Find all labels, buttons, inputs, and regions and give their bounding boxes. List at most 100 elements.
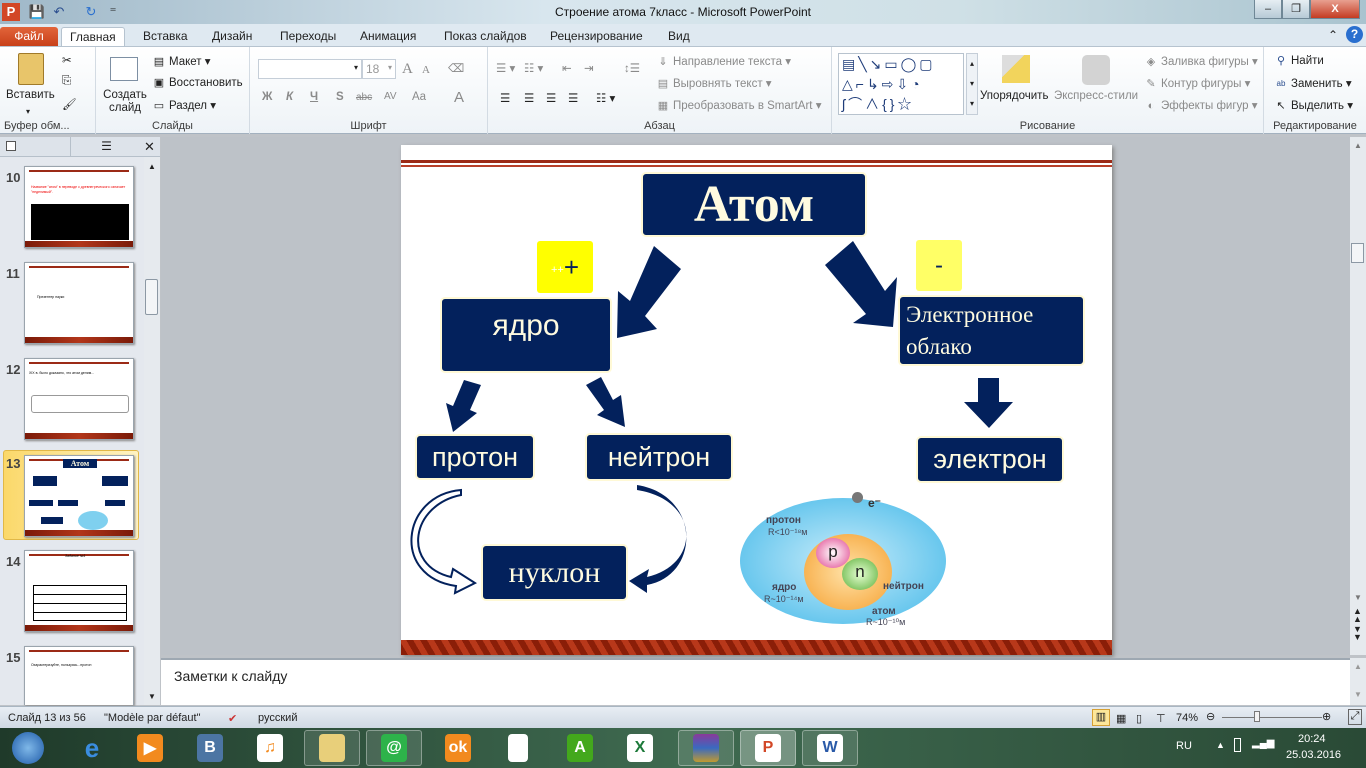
increase-indent-icon[interactable]: ⇥	[584, 61, 594, 75]
tab-slideshow[interactable]: Показ слайдов	[436, 27, 535, 46]
previous-slide-icon[interactable]: ▲ ▲	[1353, 607, 1362, 624]
quick-styles-button[interactable]: Экспресс-стили	[1054, 90, 1138, 102]
cut-icon[interactable]: ✂	[62, 53, 72, 67]
font-color-button[interactable]: A	[454, 89, 464, 106]
shape-fill-button[interactable]: ◈ Заливка фигуры ▾	[1144, 54, 1258, 69]
copy-icon[interactable]: ⎘	[62, 75, 71, 88]
panel-scrollbar[interactable]: ▲ ▼	[144, 157, 160, 705]
input-language[interactable]: RU	[1176, 740, 1192, 752]
tab-home[interactable]: Главная	[61, 27, 125, 46]
new-slide-button[interactable]: Создать слайд	[102, 89, 148, 115]
nucleus-box[interactable]: ядро	[440, 297, 612, 373]
decrease-indent-icon[interactable]: ⇤	[562, 61, 572, 75]
align-left-icon[interactable]: ☰	[500, 91, 510, 105]
taskbar-powerpoint[interactable]: P	[740, 730, 796, 766]
slide-thumbnail-10[interactable]: Название "атом" в переводе с древнегрече…	[24, 166, 134, 248]
justify-icon[interactable]: ☰	[568, 91, 578, 105]
fit-to-window-icon[interactable]: ⤢	[1348, 709, 1362, 725]
zoom-out-icon[interactable]: ⊖	[1206, 710, 1215, 723]
zoom-slider-thumb[interactable]	[1254, 711, 1260, 722]
slide-thumbnail-11[interactable]: Презентер науки	[24, 262, 134, 344]
neutron-box[interactable]: нейтрон	[585, 433, 733, 481]
battery-icon[interactable]	[1234, 738, 1241, 752]
line-spacing-icon[interactable]: ↕☰	[624, 61, 640, 75]
negative-charge-label[interactable]: -	[916, 240, 962, 291]
strikethrough-button[interactable]: abc	[356, 92, 372, 103]
positive-charge-label[interactable]: ++ +	[537, 241, 593, 293]
bullets-icon[interactable]: ☰ ▾	[496, 61, 515, 75]
normal-view-icon[interactable]: ▥	[1092, 709, 1110, 726]
char-spacing-button[interactable]: AV	[384, 91, 397, 102]
numbering-icon[interactable]: ☷ ▾	[524, 61, 543, 75]
shapes-gallery[interactable]: ▤╲↘▭◯▢ △⌐↳⇨⇩◔ ʃ⌒∧{}☆	[838, 53, 964, 115]
italic-button[interactable]: К	[286, 91, 293, 103]
tab-design[interactable]: Дизайн	[204, 27, 260, 46]
paste-dropdown-icon[interactable]: ▾	[26, 107, 30, 116]
taskbar-mail[interactable]: @	[366, 730, 422, 766]
grow-font-button[interactable]: A	[402, 61, 413, 78]
slideshow-icon[interactable]: ⊤	[1156, 712, 1166, 725]
shapes-gallery-scroll[interactable]: ▴ ▾ ▾	[966, 53, 978, 115]
taskbar-word[interactable]: W	[802, 730, 858, 766]
shape-outline-button[interactable]: ✎ Контур фигуры ▾	[1144, 76, 1250, 91]
taskbar-music[interactable]: ♫	[242, 730, 298, 766]
replace-button[interactable]: ab Заменить ▾	[1274, 76, 1352, 91]
reset-button[interactable]: ▣ Восстановить	[152, 76, 243, 90]
nucleon-box[interactable]: нуклон	[481, 544, 628, 601]
align-text-button[interactable]: ▤ Выровнять текст ▾	[656, 76, 772, 91]
clear-formatting-icon[interactable]: ⌫	[448, 61, 464, 75]
restore-button[interactable]: ❐	[1282, 0, 1310, 19]
slide-thumbnail-13[interactable]: Атом	[24, 455, 134, 537]
help-icon[interactable]: ?	[1346, 26, 1363, 43]
taskbar-ie[interactable]: e	[64, 730, 120, 766]
section-button[interactable]: ▭ Раздел ▾	[152, 98, 216, 113]
zoom-in-icon[interactable]: ⊕	[1322, 710, 1331, 723]
taskbar-media[interactable]: ▶	[122, 730, 178, 766]
smartart-button[interactable]: ▦ Преобразовать в SmartArt ▾	[656, 98, 822, 113]
tab-view[interactable]: Вид	[660, 27, 698, 46]
minimize-ribbon-icon[interactable]: ⌃	[1328, 28, 1338, 42]
atom-box[interactable]: Атом	[641, 172, 867, 237]
start-button[interactable]	[0, 730, 56, 766]
change-case-button[interactable]: Aa	[412, 91, 426, 103]
tab-review[interactable]: Рецензирование	[542, 27, 651, 46]
scroll-thumb[interactable]	[1351, 243, 1364, 263]
slide-thumbnail-12[interactable]: XIX в. было доказано, что атом делим...	[24, 358, 134, 440]
electron-cloud-box[interactable]: Электронное облако	[898, 295, 1085, 366]
align-right-icon[interactable]: ☰	[546, 91, 556, 105]
minimize-button[interactable]: –	[1254, 0, 1282, 19]
layout-button[interactable]: ▤ Макет ▾	[152, 54, 211, 69]
clock-time[interactable]: 20:24	[1298, 733, 1326, 745]
notes-scrollbar[interactable]: ▲ ▼	[1350, 658, 1366, 705]
electron-box[interactable]: электрон	[916, 436, 1064, 483]
close-panel-icon[interactable]: ✕	[144, 139, 155, 155]
tab-insert[interactable]: Вставка	[135, 27, 196, 46]
tab-animations[interactable]: Анимация	[352, 27, 424, 46]
slide-sorter-icon[interactable]: ▦	[1116, 712, 1126, 725]
close-button[interactable]: X	[1310, 0, 1360, 19]
find-button[interactable]: ⚲ Найти	[1274, 54, 1324, 68]
slides-tab-icon[interactable]	[6, 141, 16, 151]
signal-icon[interactable]: ▂▄▆	[1252, 738, 1274, 749]
slide-scrollbar[interactable]: ▲ ▼ ▲ ▲ ▼ ▼	[1350, 137, 1366, 655]
paste-button[interactable]: Вставить	[6, 89, 55, 101]
tab-file[interactable]: Файл	[0, 27, 58, 46]
shrink-font-button[interactable]: A	[422, 64, 430, 76]
theme-name[interactable]: "Modèle par défaut"	[104, 712, 200, 724]
align-center-icon[interactable]: ☰	[524, 91, 534, 105]
outline-tab-icon[interactable]: ☰	[70, 137, 142, 157]
proton-box[interactable]: протон	[415, 434, 535, 480]
spellcheck-icon[interactable]: ✔	[228, 712, 237, 725]
shadow-button[interactable]: S	[336, 91, 344, 103]
bold-button[interactable]: Ж	[262, 91, 272, 103]
taskbar-excel[interactable]: X	[612, 730, 668, 766]
taskbar-explorer[interactable]	[304, 730, 360, 766]
underline-button[interactable]: Ч	[310, 91, 318, 103]
language-indicator[interactable]: русский	[258, 712, 297, 724]
zoom-slider[interactable]	[1222, 717, 1322, 718]
reading-view-icon[interactable]: ▯	[1136, 712, 1142, 725]
scroll-thumb[interactable]	[145, 279, 158, 315]
next-slide-icon[interactable]: ▼ ▼	[1353, 625, 1362, 642]
format-painter-icon[interactable]: 🖌	[62, 97, 77, 111]
columns-icon[interactable]: ☷ ▾	[596, 91, 615, 105]
